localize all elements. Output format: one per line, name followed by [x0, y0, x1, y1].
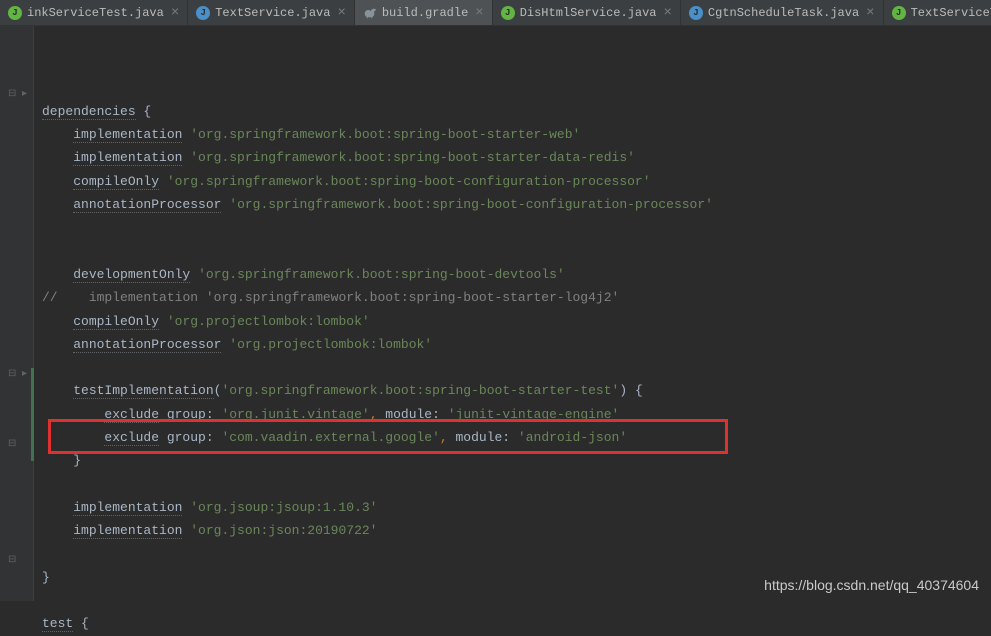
close-icon[interactable]: × [475, 5, 483, 21]
tab-label: build.gradle [382, 6, 468, 20]
tab-textservicetest[interactable]: J TextServiceTest.java × [884, 0, 991, 25]
code-line: dependencies { [42, 100, 991, 123]
tab-label: CgtnScheduleTask.java [708, 6, 859, 20]
code-line: implementation 'org.jsoup:jsoup:1.10.3' [42, 496, 991, 519]
gutter: ▸ ⊟ ▸ ⊟ ⊟ ⊟ [0, 26, 34, 601]
code-line: exclude group: 'com.vaadin.external.goog… [42, 426, 991, 449]
code-line: test { [42, 612, 991, 635]
close-icon[interactable]: × [664, 5, 672, 21]
code-line: compileOnly 'org.projectlombok:lombok' [42, 310, 991, 333]
code-line: } [42, 449, 991, 472]
code-line: annotationProcessor 'org.projectlombok:l… [42, 333, 991, 356]
java-icon: J [196, 6, 210, 20]
java-icon: J [892, 6, 906, 20]
java-icon: J [689, 6, 703, 20]
collapse-icon[interactable]: ⊟ [8, 438, 16, 450]
fold-icon[interactable]: ▸ [22, 368, 27, 380]
tab-textservice[interactable]: J TextService.java × [188, 0, 355, 25]
tab-cgtnscheduletask[interactable]: J CgtnScheduleTask.java × [681, 0, 884, 25]
tab-dishtmlservice[interactable]: J DisHtmlService.java × [493, 0, 681, 25]
editor: ▸ ⊟ ▸ ⊟ ⊟ ⊟ dependencies { implementatio… [0, 26, 991, 601]
close-icon[interactable]: × [337, 5, 345, 21]
tab-build-gradle[interactable]: build.gradle × [355, 0, 493, 25]
tab-bar: J inkServiceTest.java × J TextService.ja… [0, 0, 991, 26]
java-icon: J [501, 6, 515, 20]
tab-label: TextServiceTest.java [911, 6, 991, 20]
code-line: developmentOnly 'org.springframework.boo… [42, 263, 991, 286]
code-line: compileOnly 'org.springframework.boot:sp… [42, 170, 991, 193]
close-icon[interactable]: × [171, 5, 179, 21]
expand-icon[interactable]: ⊟ [8, 88, 16, 100]
fold-icon[interactable]: ▸ [22, 88, 27, 100]
java-icon: J [8, 6, 22, 20]
watermark: https://blog.csdn.net/qq_40374604 [764, 577, 979, 593]
code-line: // implementation 'org.springframework.b… [42, 286, 991, 309]
tab-label: inkServiceTest.java [27, 6, 164, 20]
code-area[interactable]: dependencies { implementation 'org.sprin… [34, 26, 991, 601]
code-line: annotationProcessor 'org.springframework… [42, 193, 991, 216]
code-line: testImplementation('org.springframework.… [42, 379, 991, 402]
code-line: implementation 'org.json:json:20190722' [42, 519, 991, 542]
expand-icon[interactable]: ⊟ [8, 368, 16, 380]
gradle-icon [363, 6, 377, 20]
close-icon[interactable]: × [866, 5, 874, 21]
tab-label: DisHtmlService.java [520, 6, 657, 20]
tab-inkservicetest[interactable]: J inkServiceTest.java × [0, 0, 188, 25]
collapse-icon[interactable]: ⊟ [8, 554, 16, 566]
tab-label: TextService.java [215, 6, 330, 20]
code-line: implementation 'org.springframework.boot… [42, 123, 991, 146]
code-line: exclude group: 'org.junit.vintage', modu… [42, 403, 991, 426]
code-line: implementation 'org.springframework.boot… [42, 146, 991, 169]
